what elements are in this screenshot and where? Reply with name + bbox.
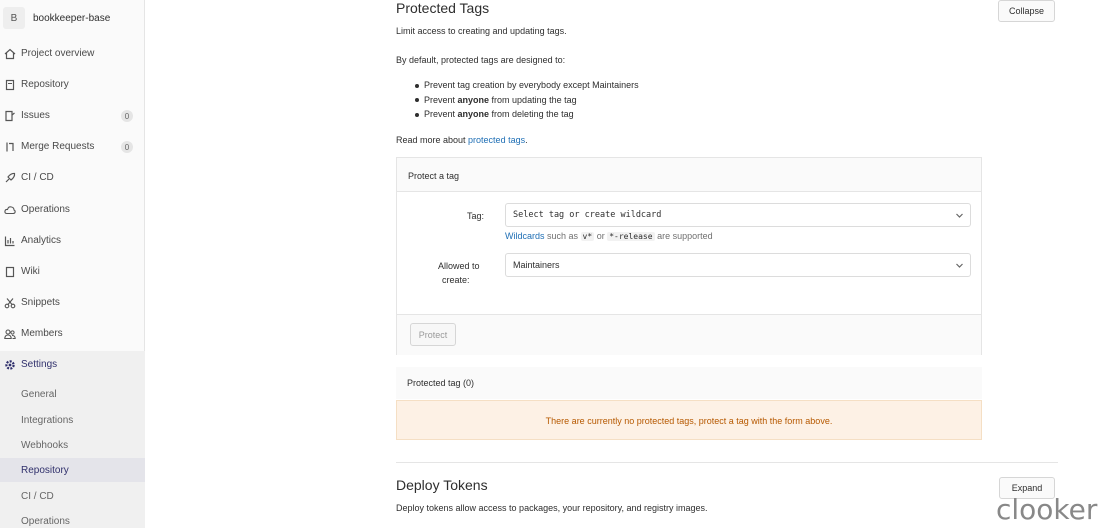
chevron-down-icon: [955, 261, 964, 270]
cloud-icon: [4, 204, 16, 216]
deploy-tokens-title: Deploy Tokens: [396, 477, 488, 493]
chart-icon: [4, 235, 16, 247]
sidebar-item-label: Issues: [21, 110, 50, 121]
collapse-button[interactable]: Collapse: [998, 0, 1055, 22]
protected-tags-title: Protected Tags: [396, 0, 490, 16]
bullet-2: Prevent anyone from updating the tag: [424, 95, 577, 105]
sidebar-item-label: Members: [21, 328, 63, 339]
sidebar-item-operations[interactable]: Operations: [0, 198, 145, 222]
allowed-to-create-select[interactable]: Maintainers: [505, 253, 971, 277]
settings-sub-repository[interactable]: Repository: [21, 465, 69, 476]
sidebar-item-members[interactable]: Members: [0, 322, 145, 346]
settings-sub-general[interactable]: General: [21, 389, 57, 400]
settings-sub-operations[interactable]: Operations: [21, 516, 70, 527]
book-icon: [4, 266, 16, 278]
bullet-dot: [415, 98, 419, 102]
protect-tag-panel-footer: Protect: [397, 314, 981, 355]
sidebar-item-label: Settings: [21, 359, 58, 370]
sidebar-item-label: CI / CD: [21, 172, 54, 183]
section-divider: [396, 462, 1058, 463]
bullet-3: Prevent anyone from deleting the tag: [424, 109, 574, 119]
tag-label: Tag:: [467, 211, 485, 221]
project-avatar[interactable]: B: [3, 7, 25, 29]
protected-tags-count: Protected tag (0): [407, 378, 475, 388]
main-content: Protected Tags Collapse Limit access to …: [145, 0, 1107, 528]
sidebar-item-snippets[interactable]: Snippets: [0, 291, 145, 315]
settings-sub-integrations[interactable]: Integrations: [21, 415, 73, 426]
sidebar-item-wiki[interactable]: Wiki: [0, 260, 145, 284]
tag-select[interactable]: Select tag or create wildcard: [505, 203, 971, 227]
wildcards-link[interactable]: Wildcards: [505, 231, 545, 241]
bullet-dot: [415, 113, 419, 117]
scissors-icon: [4, 297, 16, 309]
issues-icon: [4, 110, 16, 122]
merge-request-icon: [4, 141, 16, 153]
merge-requests-count-badge: 0: [121, 141, 133, 153]
doc-icon: [4, 79, 16, 91]
sidebar-item-repository[interactable]: Repository: [0, 73, 145, 97]
wildcard-hint: Wildcards such as v* or *-release are su…: [505, 231, 713, 241]
sidebar-item-label: Operations: [21, 204, 70, 215]
protect-button[interactable]: Protect: [410, 323, 456, 346]
sidebar-item-label: Repository: [21, 79, 69, 90]
bullet-1: Prevent tag creation by everybody except…: [424, 80, 639, 90]
empty-state-text: There are currently no protected tags, p…: [545, 416, 833, 426]
settings-sub-ci-cd[interactable]: CI / CD: [21, 491, 54, 502]
read-more: Read more about protected tags.: [396, 135, 528, 145]
deploy-tokens-description: Deploy tokens allow access to packages, …: [396, 503, 708, 513]
sidebar-item-analytics[interactable]: Analytics: [0, 229, 145, 253]
sidebar-item-label: Merge Requests: [21, 141, 95, 152]
protected-tags-intro: By default, protected tags are designed …: [396, 55, 566, 65]
protected-tags-link[interactable]: protected tags: [468, 135, 525, 145]
gear-icon: [4, 359, 16, 371]
allowed-label-line2: create:: [442, 275, 470, 285]
project-header[interactable]: B bookkeeper-base: [0, 0, 145, 38]
rocket-icon: [4, 172, 16, 184]
empty-state-warning: There are currently no protected tags, p…: [396, 400, 982, 440]
allowed-to-create-value: Maintainers: [513, 260, 560, 270]
sidebar-item-label: Snippets: [21, 297, 60, 308]
tag-select-placeholder: Select tag or create wildcard: [513, 210, 662, 220]
project-name[interactable]: bookkeeper-base: [33, 13, 110, 24]
sidebar: B bookkeeper-base Project overview Repos…: [0, 0, 145, 528]
sidebar-item-label: Analytics: [21, 235, 62, 246]
allowed-label-line1: Allowed to: [438, 261, 480, 271]
sidebar-item-label: Wiki: [21, 266, 40, 277]
wildcard-example-1: v*: [580, 232, 595, 241]
bullet-dot: [415, 84, 419, 88]
sidebar-item-settings[interactable]: Settings: [0, 353, 145, 377]
protect-tag-title: Protect a tag: [408, 171, 460, 181]
sidebar-item-issues[interactable]: Issues 0: [0, 104, 145, 128]
protect-tag-panel-header: Protect a tag: [397, 158, 981, 192]
sidebar-item-ci-cd[interactable]: CI / CD: [0, 166, 145, 190]
home-icon: [4, 48, 16, 60]
wildcard-example-2: *-release: [607, 232, 655, 241]
users-icon: [4, 328, 16, 340]
issues-count-badge: 0: [121, 110, 133, 122]
chevron-down-icon: [955, 211, 964, 220]
protect-tag-panel: Protect a tag Tag: Select tag or create …: [396, 157, 982, 355]
settings-sub-webhooks[interactable]: Webhooks: [21, 440, 68, 451]
sidebar-item-merge-requests[interactable]: Merge Requests 0: [0, 135, 145, 159]
protected-tags-subtitle: Limit access to creating and updating ta…: [396, 26, 567, 36]
watermark: clooker: [996, 493, 1098, 526]
sidebar-item-label: Project overview: [21, 48, 95, 59]
protected-tags-list-header: Protected tag (0): [396, 367, 982, 399]
sidebar-item-project-overview[interactable]: Project overview: [0, 42, 145, 66]
